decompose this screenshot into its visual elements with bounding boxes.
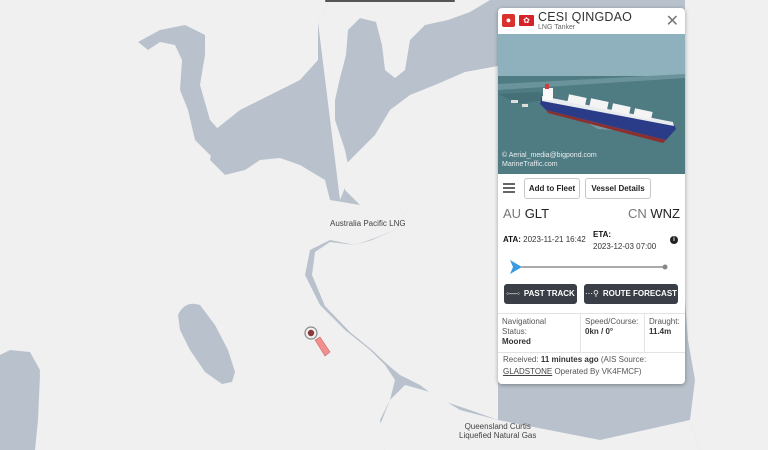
speed-course: Speed/Course: 0kn / 0°: [580, 314, 644, 352]
eta-value: 2023-12-03 07:00: [593, 242, 657, 251]
ais-source-link[interactable]: GLADSTONE: [503, 367, 552, 376]
map-top-handle[interactable]: [325, 0, 455, 2]
ata-value: 2023-11-21 16:42: [523, 235, 586, 244]
panel-actions-row: Add to Fleet Vessel Details: [498, 178, 685, 200]
info-icon[interactable]: i: [670, 236, 678, 244]
vessel-details-button[interactable]: Vessel Details: [585, 178, 651, 199]
eta-label: ETA:: [593, 230, 612, 239]
voyage-progress-bar: [510, 260, 668, 274]
draught-label: Draught:: [649, 317, 680, 326]
photo-source: MarineTraffic.com: [502, 161, 558, 168]
past-track-icon: ◦—◦: [506, 289, 520, 298]
destination-port-code: WNZ: [650, 206, 680, 221]
past-track-button[interactable]: ◦—◦ PAST TRACK: [504, 284, 577, 304]
nav-status-label-1: Navigational: [502, 317, 547, 326]
land-mass-far-east: [685, 0, 768, 450]
vessel-name: CESI QINGDAO: [538, 10, 633, 24]
route-forecast-icon: ⋯⚲: [584, 289, 599, 298]
speed-course-value: 0kn / 0°: [585, 327, 614, 336]
received-age: 11 minutes ago: [540, 355, 599, 364]
operator-text: Operated By VK4FMCF): [554, 367, 642, 376]
eta: ETA: 2023-12-03 07:00: [593, 229, 656, 253]
departure-country: AU: [503, 206, 522, 221]
close-icon[interactable]: ✕: [666, 11, 679, 31]
add-to-fleet-button[interactable]: Add to Fleet: [524, 178, 580, 199]
ata-label: ATA:: [503, 235, 521, 244]
map-label-australia-pacific-lng: Australia Pacific LNG: [330, 219, 406, 228]
map-label-queensland-curtis: Queensland Curtis Liquefied Natural Gas: [459, 422, 537, 440]
menu-icon[interactable]: [503, 183, 515, 193]
photo-credit: © Aerial_media@bigpond.com: [502, 152, 597, 159]
route-forecast-label: ROUTE FORECAST: [602, 289, 678, 298]
voyage-ports: AU GLT CN WNZ: [498, 206, 685, 226]
ata: ATA: 2023-11-21 16:42: [503, 235, 586, 244]
destination-country: CN: [627, 206, 647, 221]
speed-course-label: Speed/Course:: [585, 317, 639, 326]
departure-port-code: GLT: [524, 206, 550, 221]
nav-status-value: Moored: [502, 337, 531, 346]
vessel-info-panel: ● ✿ CESI QINGDAO LNG Tanker ✕ © Aerial_m…: [498, 8, 685, 384]
vessel-stats: Navigational Status: Moored Speed/Course…: [498, 313, 685, 353]
source-prefix: (AIS Source:: [600, 355, 647, 364]
vessel-progress-arrow: [510, 260, 522, 274]
route-forecast-button[interactable]: ⋯⚲ ROUTE FORECAST: [584, 284, 678, 304]
nav-status: Navigational Status: Moored: [498, 314, 580, 352]
water-southwest: [0, 352, 40, 450]
vessel-type: LNG Tanker: [538, 24, 576, 31]
tanker-icon: ●: [502, 14, 515, 27]
hong-kong-flag-icon: ✿: [519, 15, 534, 26]
panel-header: ● ✿ CESI QINGDAO LNG Tanker ✕: [498, 8, 685, 34]
draught: Draught: 11.4m: [644, 314, 685, 352]
received-label: Received:: [503, 355, 539, 364]
received-info: Received: 11 minutes ago (AIS Source: GL…: [503, 354, 681, 378]
nav-status-label-2: Status:: [502, 327, 527, 336]
destination-port[interactable]: CN WNZ: [628, 206, 680, 221]
past-track-label: PAST TRACK: [523, 289, 575, 298]
draught-value: 11.4m: [649, 327, 672, 336]
departure-port[interactable]: AU GLT: [503, 206, 549, 221]
vessel-photo[interactable]: © Aerial_media@bigpond.com MarineTraffic…: [498, 34, 685, 174]
